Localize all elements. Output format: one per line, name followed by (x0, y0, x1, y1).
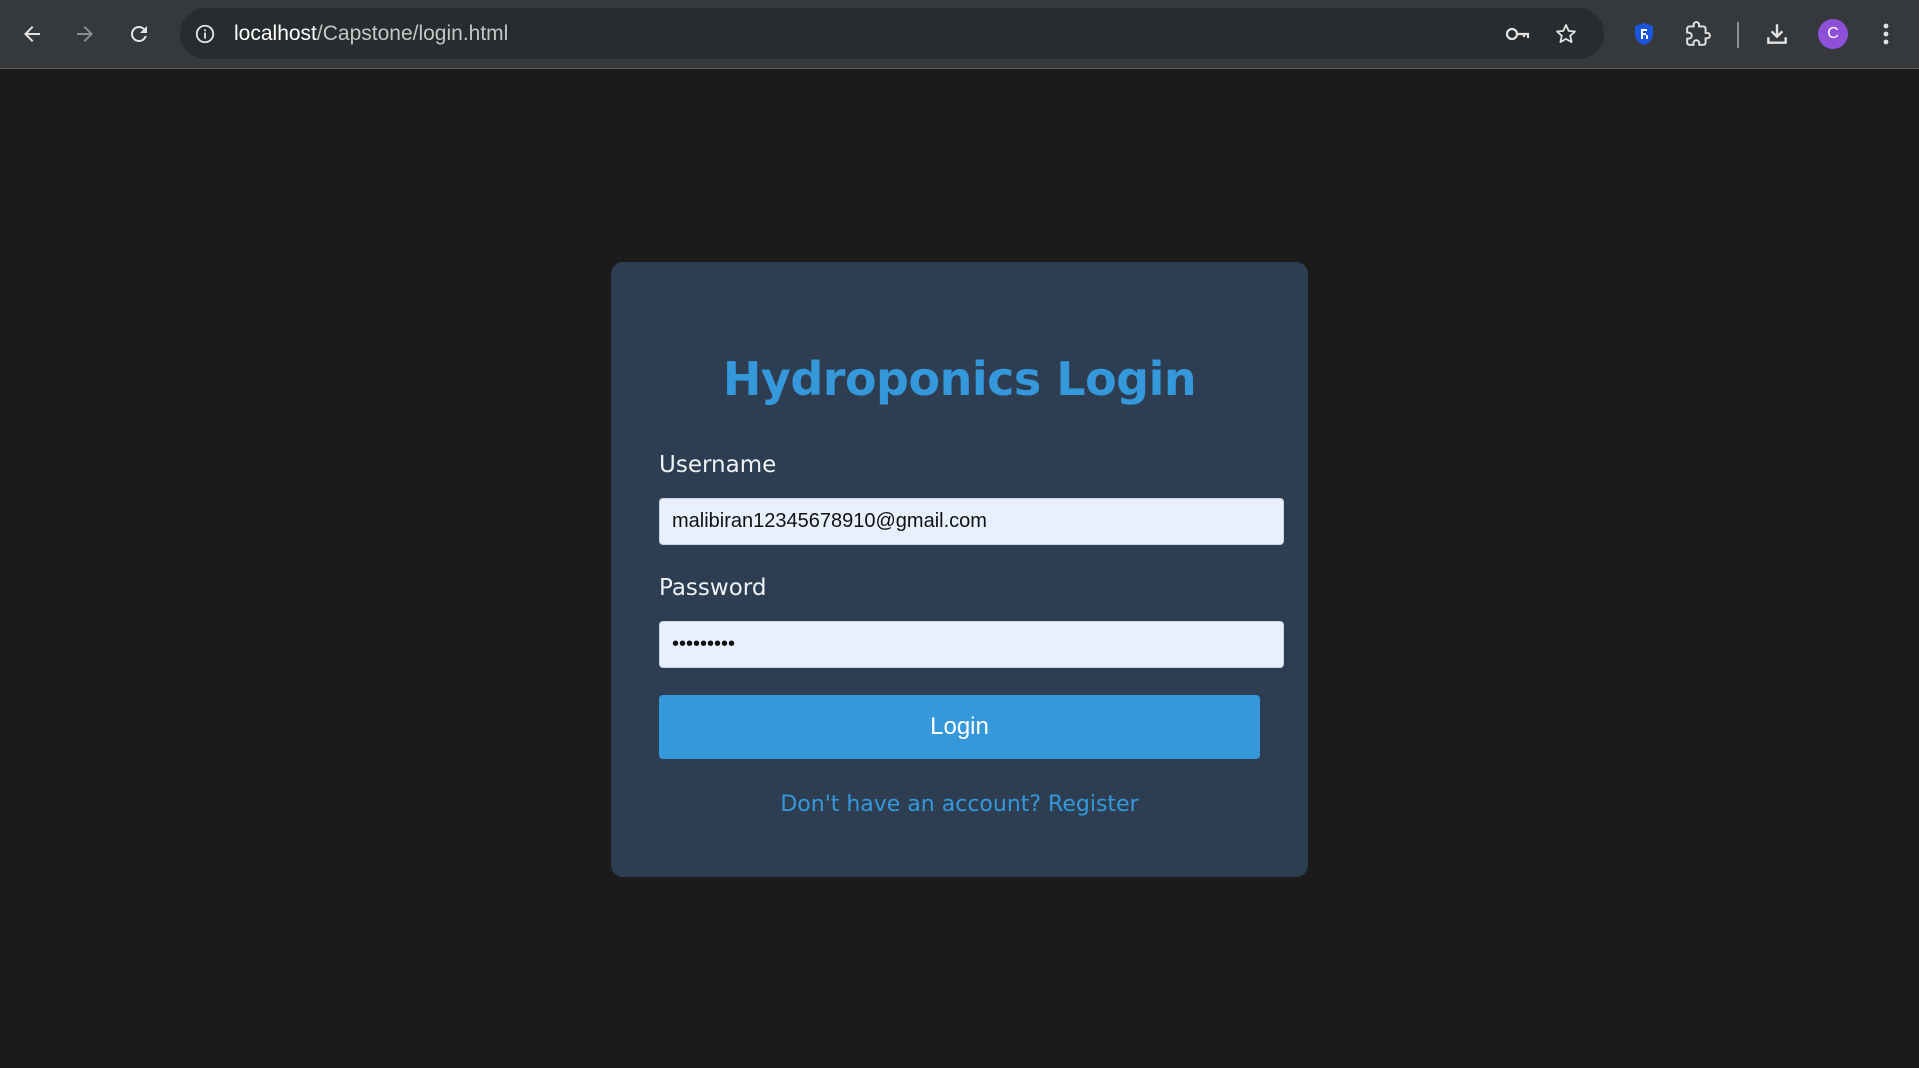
site-info-icon[interactable] (190, 19, 220, 49)
address-bar[interactable]: localhost/Capstone/login.html (180, 8, 1604, 59)
page-content: Hydroponics Login Username Password Logi… (0, 70, 1919, 1068)
back-arrow-icon (24, 26, 40, 42)
page-title: Hydroponics Login (722, 352, 1197, 406)
forward-arrow-icon (77, 26, 93, 42)
extensions-puzzle-icon[interactable] (1679, 15, 1717, 53)
password-label: Password (659, 575, 767, 601)
bookmark-star-icon[interactable] (1551, 19, 1581, 49)
reload-button[interactable] (120, 15, 158, 53)
kebab-menu-icon[interactable] (1867, 15, 1905, 53)
login-card: Hydroponics Login Username Password Logi… (611, 262, 1308, 877)
back-button[interactable] (13, 15, 51, 53)
password-key-icon[interactable] (1502, 19, 1532, 49)
url-host: localhost (234, 22, 317, 45)
username-label: Username (659, 452, 777, 478)
url-path: /Capstone/login.html (316, 22, 509, 45)
password-field[interactable] (659, 621, 1284, 668)
browser-toolbar: localhost/Capstone/login.html C (0, 0, 1919, 69)
toolbar-divider (1737, 22, 1739, 48)
url-text[interactable]: localhost/Capstone/login.html (234, 8, 508, 59)
username-field[interactable] (659, 498, 1284, 545)
extension-shield-icon[interactable] (1625, 15, 1663, 53)
forward-button[interactable] (66, 15, 104, 53)
profile-avatar[interactable]: C (1818, 19, 1848, 49)
login-button[interactable]: Login (659, 695, 1260, 759)
register-link[interactable]: Don't have an account? Register (611, 792, 1308, 817)
reload-icon (130, 25, 147, 42)
download-icon[interactable] (1758, 15, 1796, 53)
